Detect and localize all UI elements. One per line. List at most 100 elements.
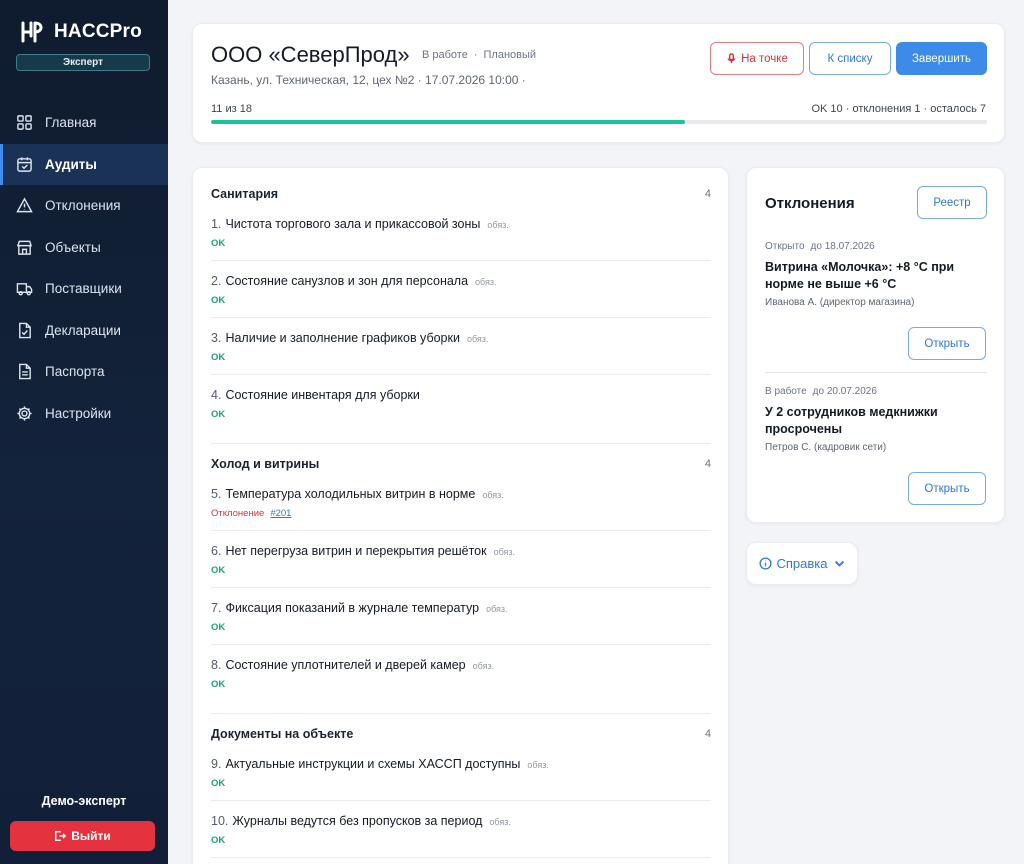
app-name: HACCPro xyxy=(54,21,142,42)
haccpro-logo-icon xyxy=(21,21,43,43)
registry-button[interactable]: Реестр xyxy=(917,186,987,219)
checklist-item[interactable]: 8. Состояние уплотнителей и дверей камер о… xyxy=(211,645,711,702)
deviation-item: Открыто до 18.07.2026 Витрина «Молочка»:… xyxy=(765,241,987,308)
onsite-button[interactable]: На точке xyxy=(710,42,804,75)
item-text: Журналы ведутся без пропусков за период xyxy=(232,814,483,828)
deviations-title: Отклонения xyxy=(765,195,855,212)
logout-button[interactable]: Выйти xyxy=(10,821,155,851)
checklist-item[interactable]: 10. Журналы ведутся без пропусков за пери… xyxy=(211,801,711,858)
deviation-status: Отклонение xyxy=(211,508,265,519)
section-items: 9. Актуальные инструкции и схемы ХАССП до… xyxy=(211,744,711,858)
audit-status: В работе xyxy=(422,49,468,61)
item-number: 1. xyxy=(211,217,222,231)
required-tag: обяз. xyxy=(486,604,508,614)
item-status: OK xyxy=(211,352,226,363)
required-tag: обяз. xyxy=(489,817,511,827)
required-tag: обяз. xyxy=(493,547,516,557)
nav-item-label: Поставщики xyxy=(45,281,122,297)
section-divider xyxy=(211,443,711,444)
document-icon xyxy=(16,363,33,380)
deviation-meta: В работе до 20.07.2026 xyxy=(765,386,987,397)
status-separator: · xyxy=(473,49,478,61)
section-title: Документы на объекте xyxy=(211,727,354,741)
section-header: Холод и витрины 4 xyxy=(211,454,711,474)
audit-type: Плановый xyxy=(483,49,537,61)
checklist-item[interactable]: 3. Наличие и заполнение графиков уборки об… xyxy=(211,318,711,375)
item-text: Наличие и заполнение графиков уборки xyxy=(225,331,460,345)
required-tag: обяз. xyxy=(482,490,504,500)
item-text: Фиксация показаний в журнале температур xyxy=(225,601,480,615)
grid-icon xyxy=(16,114,33,131)
document-check-icon xyxy=(16,322,33,339)
finish-audit-button[interactable]: Завершить xyxy=(896,42,987,75)
nav-item-settings[interactable]: Настройки xyxy=(0,393,168,435)
deviation-responsible: Иванова А. (директор магазина) xyxy=(765,297,915,308)
back-to-list-button[interactable]: К списку xyxy=(809,42,891,75)
item-text: Состояние санузлов и зон для персонала xyxy=(225,274,469,288)
progress-bar xyxy=(211,120,987,124)
item-text: Температура холодильных витрин в норме xyxy=(225,487,476,501)
checklist-item[interactable]: 7. Фиксация показаний в журнале температу… xyxy=(211,588,711,645)
deviation-meta: Открыто до 18.07.2026 xyxy=(765,241,987,252)
nav-item-passports[interactable]: Паспорта xyxy=(0,351,168,393)
open-deviation-button[interactable]: Открыть xyxy=(908,327,986,360)
checklist-item[interactable]: 4. Состояние инвентаря для уборки OK xyxy=(211,375,711,432)
nav-item-objects[interactable]: Объекты xyxy=(0,227,168,269)
section-header: Документы на объекте 4 xyxy=(211,724,711,744)
nav-item-label: Аудиты xyxy=(45,156,97,172)
nav-item-label: Главная xyxy=(45,115,97,131)
open-deviation-button[interactable]: Открыть xyxy=(908,472,986,505)
deviation-divider xyxy=(765,372,987,373)
nav-item-declarations[interactable]: Декларации xyxy=(0,310,168,352)
section-count: 4 xyxy=(704,188,711,200)
section-divider xyxy=(211,713,711,714)
section-items: 5. Температура холодильных витрин в норме… xyxy=(211,474,711,702)
required-tag: обяз. xyxy=(466,334,489,344)
sidebar: HACCPro Эксперт Главная Аудиты Отклонени… xyxy=(0,0,168,864)
calendar-check-icon xyxy=(16,156,33,173)
gear-icon xyxy=(16,405,33,422)
deviation-state: Открыто xyxy=(765,241,805,252)
item-number: 3. xyxy=(211,331,222,345)
checklist-card: Санитария 4 1. Чистота торгового зала и п… xyxy=(192,167,729,864)
nav-item-deviations[interactable]: Отклонения xyxy=(0,185,168,227)
checklist-item[interactable]: 2. Состояние санузлов и зон для персонала… xyxy=(211,261,711,318)
truck-icon xyxy=(16,280,33,297)
required-tag: обяз. xyxy=(487,220,509,230)
checklist-item[interactable]: 1. Чистота торгового зала и прикассовой з… xyxy=(211,204,711,261)
item-status: OK xyxy=(211,778,226,789)
nav-item-label: Декларации xyxy=(45,322,121,338)
item-text: Состояние уплотнителей и дверей камер xyxy=(225,658,466,672)
checklist-item[interactable]: 6. Нет перегруза витрин и перекрытия решё… xyxy=(211,531,711,588)
nav-item-label: Отклонения xyxy=(45,198,121,214)
checklist-section: Холод и витрины 4 5. Температура холодиль… xyxy=(211,454,711,702)
warning-icon xyxy=(16,197,33,214)
required-tag: обяз. xyxy=(475,277,497,287)
checklist-item[interactable]: 9. Актуальные инструкции и схемы ХАССП до… xyxy=(211,744,711,801)
deviation-link[interactable]: #201 xyxy=(270,508,291,519)
audit-status-line: В работе · Плановый xyxy=(422,49,536,61)
role-badge: Эксперт xyxy=(16,54,150,71)
deviation-state: В работе xyxy=(765,386,807,397)
audit-title: ООО «СеверПрод» xyxy=(211,42,410,67)
required-tag: обяз. xyxy=(527,760,549,770)
nav-item-audits[interactable]: Аудиты xyxy=(0,143,168,185)
item-number: 2. xyxy=(211,274,222,288)
chevron-down-icon xyxy=(834,560,844,567)
audit-header-card: ООО «СеверПрод» В работе · Плановый Каза… xyxy=(192,23,1005,143)
item-text: Актуальные инструкции и схемы ХАССП дост… xyxy=(225,757,521,771)
checklist-item[interactable]: 5. Температура холодильных витрин в норме… xyxy=(211,474,711,531)
checklist-section: Документы на объекте 4 9. Актуальные инст… xyxy=(211,724,711,858)
nav-item-home[interactable]: Главная xyxy=(0,102,168,144)
help-toggle[interactable]: Справка xyxy=(746,542,858,585)
nav-item-label: Настройки xyxy=(45,405,112,421)
nav-item-suppliers[interactable]: Поставщики xyxy=(0,268,168,310)
item-status: OK xyxy=(211,295,226,306)
item-status: OK xyxy=(211,679,226,690)
item-text: Нет перегруза витрин и перекрытия решёто… xyxy=(225,544,487,558)
section-title: Холод и витрины xyxy=(211,457,320,471)
item-status: OK xyxy=(211,835,226,846)
item-status: Отклонение #201 xyxy=(211,508,291,519)
progress-summary: OK 10 · отклонения 1 · осталось 7 xyxy=(811,103,986,115)
brand[interactable]: HACCPro xyxy=(20,20,142,44)
